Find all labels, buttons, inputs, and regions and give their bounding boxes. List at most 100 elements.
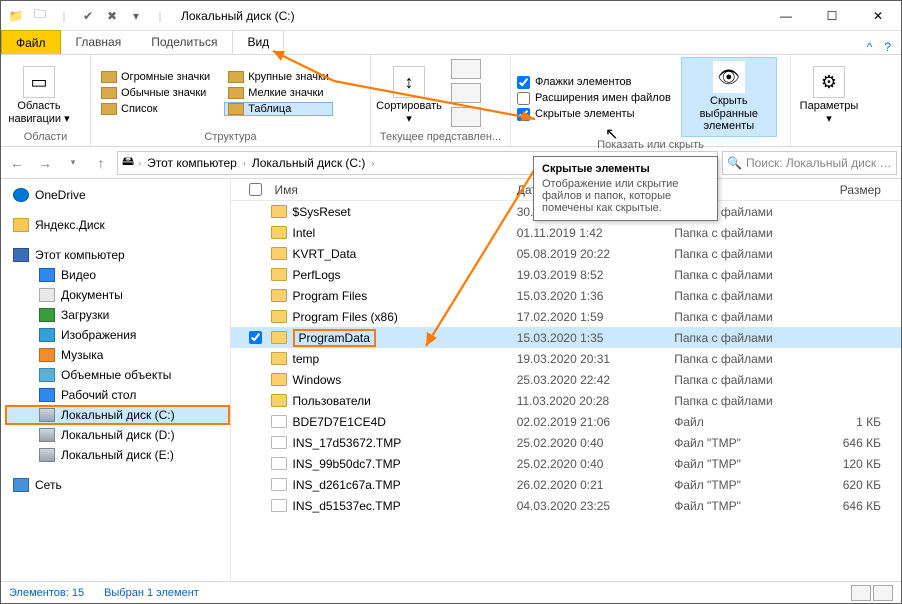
status-bar: Элементов: 15 Выбран 1 элемент bbox=[1, 581, 901, 603]
explorer-icon: 🗀 bbox=[29, 5, 51, 27]
nav-drive-d[interactable]: Локальный диск (D:) bbox=[5, 425, 230, 445]
navigation-pane[interactable]: OneDrive Яндекс.Диск Этот компьютер Виде… bbox=[1, 179, 231, 581]
forward-button[interactable]: → bbox=[33, 151, 57, 175]
file-date: 04.03.2020 23:25 bbox=[517, 499, 675, 513]
file-date: 15.03.2020 1:35 bbox=[517, 331, 675, 345]
layout-gallery[interactable]: Огромные значки Крупные значки Обычные з… bbox=[97, 70, 333, 116]
qat-divider: | bbox=[149, 5, 171, 27]
hide-selected-button[interactable]: 👁 Скрыть выбранные элементы bbox=[681, 57, 777, 137]
file-row[interactable]: PerfLogs19.03.2019 8:52Папка с файлами bbox=[231, 264, 901, 285]
file-date: 01.11.2019 1:42 bbox=[517, 226, 675, 240]
this-pc-icon bbox=[13, 248, 29, 262]
maximize-button[interactable]: ☐ bbox=[809, 1, 855, 31]
nav-onedrive[interactable]: OneDrive bbox=[5, 185, 230, 205]
breadcrumb-drive[interactable]: Локальный диск (C:) bbox=[250, 156, 368, 170]
nav-videos[interactable]: Видео bbox=[5, 265, 230, 285]
tab-share[interactable]: Поделиться bbox=[136, 30, 232, 54]
file-row[interactable]: Пользователи11.03.2020 20:28Папка с файл… bbox=[231, 390, 901, 411]
search-box[interactable]: 🔍 Поиск: Локальный диск (C:) bbox=[722, 151, 897, 175]
file-name: Program Files bbox=[293, 289, 368, 303]
nav-yandex-disk[interactable]: Яндекс.Диск bbox=[5, 215, 230, 235]
file-row[interactable]: Program Files (x86)17.02.2020 1:59Папка … bbox=[231, 306, 901, 327]
file-row[interactable]: INS_d51537ec.TMP04.03.2020 23:25Файл "TM… bbox=[231, 495, 901, 516]
file-name: Пользователи bbox=[293, 394, 371, 408]
details-view-button[interactable] bbox=[851, 585, 871, 601]
navigation-pane-button[interactable]: ▭ Область навигации ▾ bbox=[7, 60, 71, 125]
collapse-ribbon-icon[interactable]: ^ bbox=[867, 40, 873, 54]
tab-view[interactable]: Вид bbox=[232, 30, 284, 54]
group-layout-label: Структура bbox=[97, 129, 364, 146]
nav-desktop[interactable]: Рабочий стол bbox=[5, 385, 230, 405]
file-row[interactable]: Program Files15.03.2020 1:36Папка с файл… bbox=[231, 285, 901, 306]
file-row[interactable]: INS_d261c67a.TMP26.02.2020 0:21Файл "TMP… bbox=[231, 474, 901, 495]
cancel-icon[interactable]: ✖ bbox=[101, 5, 123, 27]
nav-thispc[interactable]: Этот компьютер bbox=[5, 245, 230, 265]
drive-icon: 🖴 bbox=[122, 152, 134, 173]
options-button[interactable]: ⚙ Параметры ▾ bbox=[797, 60, 861, 125]
nav-downloads[interactable]: Загрузки bbox=[5, 305, 230, 325]
file-row[interactable]: INS_17d53672.TMP25.02.2020 0:40Файл "TMP… bbox=[231, 432, 901, 453]
sort-button[interactable]: ↕ Сортировать ▾ bbox=[377, 60, 441, 125]
file-name: KVRT_Data bbox=[293, 247, 357, 261]
file-row[interactable]: KVRT_Data05.08.2019 20:22Папка с файлами bbox=[231, 243, 901, 264]
file-name: INS_d51537ec.TMP bbox=[293, 499, 401, 513]
chevron-right-icon[interactable]: › bbox=[241, 158, 248, 168]
chevron-right-icon[interactable]: › bbox=[136, 158, 143, 168]
file-date: 26.02.2020 0:21 bbox=[517, 478, 675, 492]
file-row[interactable]: Intel01.11.2019 1:42Папка с файлами bbox=[231, 222, 901, 243]
help-icon[interactable]: ? bbox=[884, 40, 891, 54]
large-icons-icon bbox=[228, 71, 244, 83]
thumbnails-view-button[interactable] bbox=[873, 585, 893, 601]
file-row[interactable]: BDE7D7E1CE4D02.02.2019 21:06Файл1 КБ bbox=[231, 411, 901, 432]
item-checkboxes-toggle[interactable]: Флажки элементов bbox=[517, 76, 671, 89]
file-date: 25.02.2020 0:40 bbox=[517, 436, 675, 450]
file-row[interactable]: INS_99b50dc7.TMP25.02.2020 0:40Файл "TMP… bbox=[231, 453, 901, 474]
tab-home[interactable]: Главная bbox=[61, 30, 137, 54]
folder-icon bbox=[271, 289, 287, 302]
back-button[interactable]: ← bbox=[5, 151, 29, 175]
hidden-items-toggle[interactable]: Скрытые элементы bbox=[517, 108, 671, 121]
chevron-right-icon[interactable]: › bbox=[369, 158, 376, 168]
file-row[interactable]: ProgramData15.03.2020 1:35Папка с файлам… bbox=[231, 327, 901, 348]
file-row[interactable]: Windows25.03.2020 22:42Папка с файлами bbox=[231, 369, 901, 390]
file-row[interactable]: temp19.03.2020 20:31Папка с файлами bbox=[231, 348, 901, 369]
select-all-checkbox[interactable] bbox=[241, 183, 271, 196]
column-size[interactable]: Размер bbox=[832, 183, 901, 197]
chevron-down-icon[interactable]: ▾ bbox=[125, 5, 147, 27]
breadcrumb-pc[interactable]: Этот компьютер bbox=[145, 156, 239, 170]
file-icon bbox=[271, 499, 287, 512]
file-type: Файл "TMP" bbox=[674, 436, 832, 450]
folder-icon: 📁 bbox=[5, 5, 27, 27]
ribbon-tab-bar: Файл Главная Поделиться Вид ^ ? bbox=[1, 31, 901, 55]
file-type: Папка с файлами bbox=[674, 289, 832, 303]
file-size: 1 КБ bbox=[832, 415, 901, 429]
nav-3d-objects[interactable]: Объемные объекты bbox=[5, 365, 230, 385]
nav-drive-c[interactable]: Локальный диск (C:) bbox=[5, 405, 230, 425]
add-columns-icon[interactable] bbox=[451, 83, 481, 103]
yandex-disk-icon bbox=[13, 218, 29, 232]
folder-icon bbox=[271, 247, 287, 260]
column-name[interactable]: Имя bbox=[271, 183, 517, 197]
recent-locations-button[interactable]: ▾ bbox=[61, 151, 85, 175]
file-type: Папка с файлами bbox=[674, 352, 832, 366]
file-extensions-toggle[interactable]: Расширения имен файлов bbox=[517, 92, 671, 105]
checkmark-icon[interactable]: ✔ bbox=[77, 5, 99, 27]
nav-documents[interactable]: Документы bbox=[5, 285, 230, 305]
nav-network[interactable]: Сеть bbox=[5, 475, 230, 495]
close-button[interactable]: ✕ bbox=[855, 1, 901, 31]
group-by-icon[interactable] bbox=[451, 59, 481, 79]
nav-drive-e[interactable]: Локальный диск (E:) bbox=[5, 445, 230, 465]
file-list[interactable]: $SysReset30.03.2020 0:15Папка с файламиI… bbox=[231, 201, 901, 581]
status-item-count: Элементов: 15 bbox=[9, 587, 84, 599]
up-button[interactable]: ↑ bbox=[89, 151, 113, 175]
row-checkbox[interactable] bbox=[249, 331, 262, 344]
file-name: ProgramData bbox=[293, 329, 376, 347]
nav-music[interactable]: Музыка bbox=[5, 345, 230, 365]
size-columns-icon[interactable] bbox=[451, 107, 481, 127]
tab-file[interactable]: Файл bbox=[1, 30, 61, 54]
file-type: Папка с файлами bbox=[674, 226, 832, 240]
nav-pictures[interactable]: Изображения bbox=[5, 325, 230, 345]
minimize-button[interactable]: — bbox=[763, 1, 809, 31]
file-type: Папка с файлами bbox=[674, 268, 832, 282]
folder-icon bbox=[271, 310, 287, 323]
